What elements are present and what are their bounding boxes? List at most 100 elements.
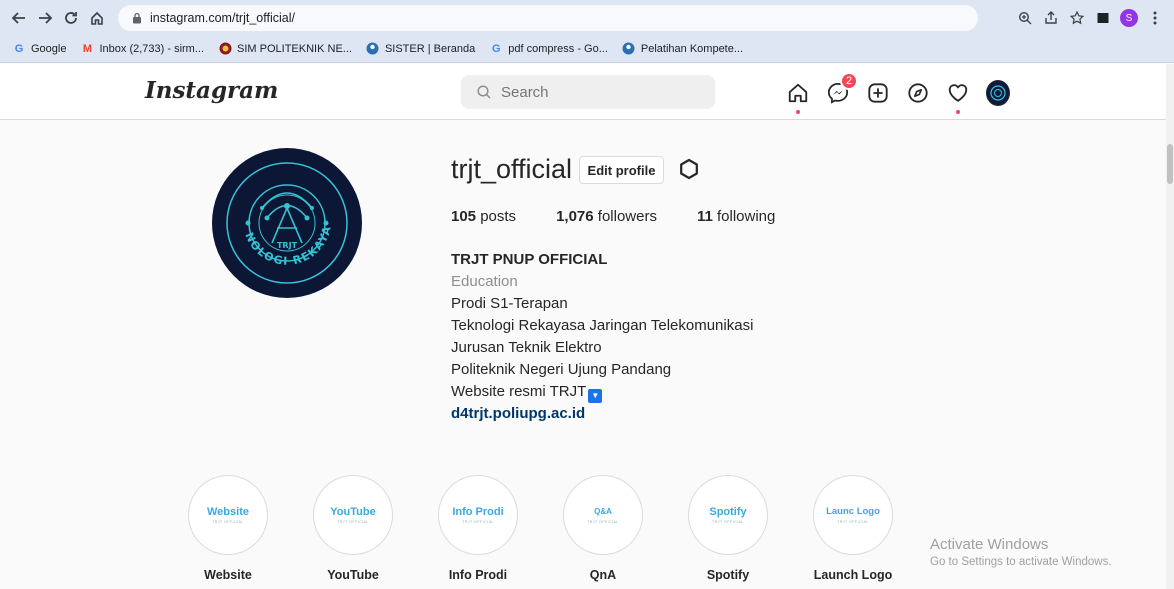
following-stat[interactable]: 11 following (697, 208, 775, 225)
profile-link[interactable]: d4trjt.poliupg.ac.id (451, 403, 753, 425)
bookmark-label: Pelatihan Kompete... (640, 42, 744, 55)
share-button[interactable] (1038, 6, 1064, 30)
highlight-cover-sub: TRJT OFFICIAL (837, 520, 869, 524)
highlight-cover-text: Website (207, 506, 249, 518)
scrollbar-thumb[interactable] (1167, 144, 1173, 184)
highlight-label: Spotify (706, 568, 750, 582)
compass-icon (908, 83, 928, 103)
highlight-qna[interactable]: Q&A TRJT OFFICIAL QnA (563, 475, 688, 582)
instagram-nav: 2 (786, 72, 1018, 114)
reload-icon (65, 11, 77, 24)
bookmark-pelatihan[interactable]: Pelatihan Kompete... (622, 42, 743, 56)
highlight-label: Info Prodi (448, 568, 508, 582)
nav-activity[interactable] (946, 81, 970, 114)
highlight-cover-inner: Spotify TRJT OFFICIAL (693, 480, 763, 550)
home-button[interactable] (86, 7, 108, 29)
highlight-info-prodi[interactable]: Info Prodi TRJT OFFICIAL Info Prodi (438, 475, 563, 582)
highlight-cover-inner: YouTube TRJT OFFICIAL (318, 480, 388, 550)
notification-dot (956, 110, 960, 114)
highlight-cover-sub: TRJT OFFICIAL (212, 520, 244, 524)
nav-profile[interactable] (986, 80, 1010, 106)
profile-avatar: S (1120, 9, 1138, 27)
browser-actions: S (1012, 6, 1168, 30)
bio-line: Politeknik Negeri Ujung Pandang (451, 361, 672, 378)
highlight-cover: Info Prodi TRJT OFFICIAL (438, 475, 518, 555)
instagram-header: Instagram 2 (0, 64, 1174, 120)
menu-button[interactable] (1142, 6, 1168, 30)
sister-icon (366, 42, 380, 56)
bookmark-star-button[interactable] (1064, 6, 1090, 30)
down-arrow-emoji-icon: ▼ (588, 389, 603, 403)
address-bar[interactable]: instagram.com/trjt_official/ (118, 5, 978, 31)
bookmark-google[interactable]: G Google (12, 42, 67, 56)
back-button[interactable] (8, 7, 30, 29)
url-text: instagram.com/trjt_official/ (150, 11, 295, 25)
followers-stat[interactable]: 1,076 followers (556, 208, 657, 225)
svg-text:TEKNOLOGI REKAYASA: TEKNOLOGI REKAYASA (212, 148, 334, 268)
bookmark-pdf-compress[interactable]: G pdf compress - Go... (489, 42, 608, 56)
followers-count: 1,076 (556, 208, 594, 225)
highlight-youtube[interactable]: YouTube TRJT OFFICIAL YouTube (313, 475, 438, 582)
bookmark-sim-politeknik[interactable]: SIM POLITEKNIK NE... (218, 42, 352, 56)
bookmark-sister[interactable]: SISTER | Beranda (366, 42, 475, 56)
kebab-menu-icon (1153, 11, 1157, 25)
watermark-subtitle: Go to Settings to activate Windows. (930, 556, 1112, 568)
highlight-cover-inner: Q&A TRJT OFFICIAL (568, 480, 638, 550)
sidepanel-button[interactable] (1090, 6, 1116, 30)
bookmark-gmail[interactable]: M Inbox (2,733) - sirm... (80, 42, 204, 56)
add-post-icon (868, 83, 888, 103)
home-icon (788, 83, 808, 103)
bookmark-label: SIM POLITEKNIK NE... (237, 42, 352, 55)
highlight-cover: YouTube TRJT OFFICIAL (313, 475, 393, 555)
highlight-cover-sub: TRJT OFFICIAL (712, 520, 744, 524)
highlight-cover-text: Info Prodi (452, 506, 504, 518)
share-icon (1045, 11, 1057, 24)
highlight-launch-logo[interactable]: Launc Logo TRJT OFFICIAL Launch Logo (813, 475, 938, 582)
settings-icon (680, 158, 698, 180)
story-highlights: Website TRJT OFFICIAL Website YouTube TR… (188, 475, 938, 582)
profile-button[interactable]: S (1116, 6, 1142, 30)
zoom-button[interactable] (1012, 6, 1038, 30)
highlight-cover-text: Launc Logo (826, 506, 880, 517)
highlight-label: Launch Logo (813, 568, 893, 582)
arrow-left-icon (12, 11, 25, 24)
highlight-spotify[interactable]: Spotify TRJT OFFICIAL Spotify (688, 475, 813, 582)
posts-count: 105 (451, 208, 477, 225)
bookmark-label: Inbox (2,733) - sirm... (99, 42, 205, 55)
svg-text:TRJT: TRJT (277, 241, 298, 250)
highlight-cover: Spotify TRJT OFFICIAL (688, 475, 768, 555)
google-icon: G (14, 42, 24, 55)
instagram-logo[interactable]: Instagram (145, 77, 278, 104)
search-input[interactable] (501, 83, 701, 101)
settings-button[interactable] (677, 157, 701, 181)
windows-activation-watermark: Activate Windows Go to Settings to activ… (930, 536, 1112, 568)
highlight-cover: Q&A TRJT OFFICIAL (563, 475, 643, 555)
nav-new-post[interactable] (866, 81, 890, 105)
bio-line: Teknologi Rekayasa Jaringan Telekomunika… (451, 317, 754, 334)
nav-home[interactable] (786, 81, 810, 114)
trjt-logo-icon (990, 85, 1006, 101)
bio-line: Website resmi TRJT (451, 383, 587, 400)
bookmark-label: pdf compress - Go... (508, 42, 608, 55)
followers-label: followers (597, 208, 657, 225)
profile-avatar-small (986, 80, 1010, 106)
nav-messenger[interactable]: 2 (826, 72, 858, 105)
lock-icon (133, 12, 141, 24)
bookmarks-bar: G Google M Inbox (2,733) - sirm... SIM P… (0, 35, 1174, 63)
profile-stats: 105 posts 1,076 followers 11 following (451, 208, 815, 225)
profile-picture[interactable]: TEKNOLOGI REKAYASA TRJT (212, 148, 362, 298)
highlight-cover-text: Spotify (709, 506, 747, 518)
reload-button[interactable] (60, 7, 82, 29)
highlight-cover-sub: TRJT OFFICIAL (587, 520, 619, 524)
page-scrollbar[interactable] (1166, 64, 1174, 589)
zoom-icon (1018, 11, 1032, 25)
highlight-label: Website (204, 568, 252, 582)
browser-toolbar: instagram.com/trjt_official/ S (0, 0, 1174, 35)
edit-profile-button[interactable]: Edit profile (579, 156, 664, 184)
posts-stat: 105 posts (451, 208, 516, 225)
search-box[interactable] (461, 75, 715, 109)
nav-explore[interactable] (906, 81, 930, 105)
highlight-website[interactable]: Website TRJT OFFICIAL Website (188, 475, 313, 582)
forward-button[interactable] (34, 7, 56, 29)
following-label: following (717, 208, 776, 225)
